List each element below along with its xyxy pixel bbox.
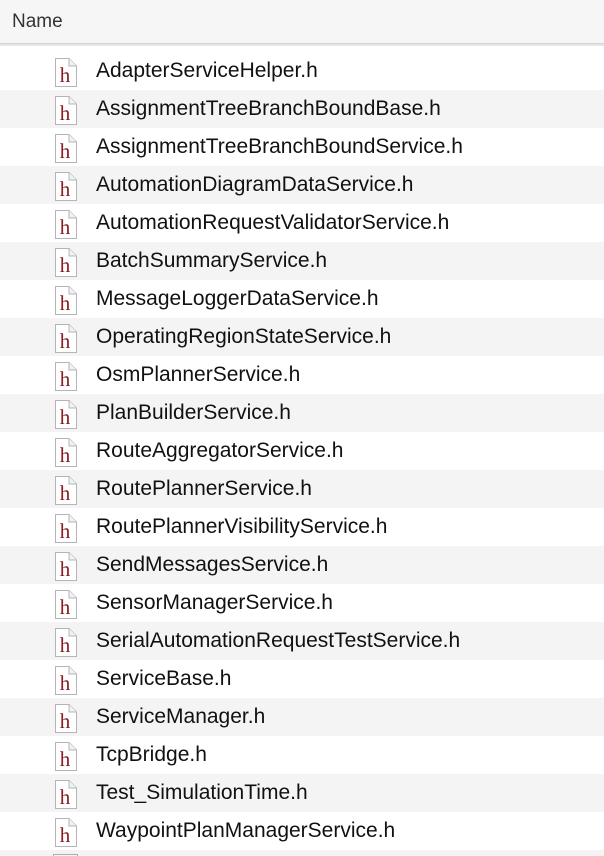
header-file-glyph: h xyxy=(60,291,71,315)
list-item[interactable]: h WaypointPlanManagerService.h xyxy=(0,812,604,850)
file-name: SensorManagerService.h xyxy=(96,591,333,614)
file-list: h AdapterServiceHelper.h h AssignmentTreeBr… xyxy=(0,52,604,850)
header-file-icon: h xyxy=(53,172,78,201)
header-file-glyph: h xyxy=(60,747,71,771)
header-file-icon: h xyxy=(53,248,78,277)
list-item[interactable]: h AssignmentTreeBranchBoundService.h xyxy=(0,128,604,166)
list-item[interactable]: h TcpBridge.h xyxy=(0,736,604,774)
list-item[interactable]: h SensorManagerService.h xyxy=(0,584,604,622)
file-name: SerialAutomationRequestTestService.h xyxy=(96,629,461,652)
header-file-icon: h xyxy=(53,362,78,391)
header-file-icon: h xyxy=(53,476,78,505)
file-name: AssignmentTreeBranchBoundBase.h xyxy=(96,97,441,120)
header-file-icon: h xyxy=(53,134,78,163)
list-item[interactable]: h OperatingRegionStateService.h xyxy=(0,318,604,356)
list-item[interactable]: h ServiceBase.h xyxy=(0,660,604,698)
header-file-glyph: h xyxy=(60,443,71,467)
header-file-icon: h xyxy=(53,780,78,809)
header-file-icon: h xyxy=(53,742,78,771)
list-item[interactable]: h MessageLoggerDataService.h xyxy=(0,280,604,318)
header-file-icon: h xyxy=(53,552,78,581)
file-name: RoutePlannerService.h xyxy=(96,477,312,500)
list-item[interactable]: h OsmPlannerService.h xyxy=(0,356,604,394)
file-name: WaypointPlanManagerService.h xyxy=(96,819,396,842)
file-name: AssignmentTreeBranchBoundService.h xyxy=(96,135,463,158)
header-file-glyph: h xyxy=(60,481,71,505)
header-file-glyph: h xyxy=(60,139,71,163)
header-file-glyph: h xyxy=(60,519,71,543)
file-name: OperatingRegionStateService.h xyxy=(96,325,392,348)
header-file-glyph: h xyxy=(60,253,71,277)
header-file-glyph: h xyxy=(60,215,71,239)
list-item[interactable]: h AdapterServiceHelper.h xyxy=(0,52,604,90)
header-file-glyph: h xyxy=(60,595,71,619)
header-file-icon: h xyxy=(53,438,78,467)
list-item[interactable]: h ServiceManager.h xyxy=(0,698,604,736)
header-file-glyph: h xyxy=(60,633,71,657)
header-file-glyph: h xyxy=(60,101,71,125)
file-name: MessageLoggerDataService.h xyxy=(96,287,379,310)
header-file-icon: h xyxy=(53,58,78,87)
header-file-icon: h xyxy=(53,628,78,657)
file-name: TcpBridge.h xyxy=(96,743,207,766)
list-item[interactable]: h BatchSummaryService.h xyxy=(0,242,604,280)
header-divider xyxy=(0,44,604,46)
list-item[interactable]: h PlanBuilderService.h xyxy=(0,394,604,432)
header-file-glyph: h xyxy=(60,405,71,429)
header-file-glyph: h xyxy=(60,785,71,809)
header-file-glyph: h xyxy=(60,709,71,733)
list-item[interactable]: h AssignmentTreeBranchBoundBase.h xyxy=(0,90,604,128)
header-file-glyph: h xyxy=(60,823,71,847)
file-name: OsmPlannerService.h xyxy=(96,363,301,386)
header-file-glyph: h xyxy=(60,367,71,391)
header-file-icon: h xyxy=(53,818,78,847)
file-name: AutomationRequestValidatorService.h xyxy=(96,211,450,234)
header-file-icon: h xyxy=(53,514,78,543)
header-file-icon: h xyxy=(53,210,78,239)
list-item[interactable]: h AutomationDiagramDataService.h xyxy=(0,166,604,204)
header-file-glyph: h xyxy=(60,329,71,353)
list-item[interactable]: h AutomationRequestValidatorService.h xyxy=(0,204,604,242)
file-name: PlanBuilderService.h xyxy=(96,401,291,424)
header-file-glyph: h xyxy=(60,671,71,695)
header-file-icon: h xyxy=(53,704,78,733)
file-name: SendMessagesService.h xyxy=(96,553,329,576)
file-name: RouteAggregatorService.h xyxy=(96,439,344,462)
list-item[interactable]: h SerialAutomationRequestTestService.h xyxy=(0,622,604,660)
header-file-icon: h xyxy=(53,324,78,353)
partial-list-item xyxy=(0,850,604,856)
header-file-icon: h xyxy=(53,666,78,695)
file-name: RoutePlannerVisibilityService.h xyxy=(96,515,388,538)
list-item[interactable]: h RouteAggregatorService.h xyxy=(0,432,604,470)
file-name: Test_SimulationTime.h xyxy=(96,781,308,804)
column-header-bar: Name xyxy=(0,0,604,44)
list-item[interactable]: h RoutePlannerVisibilityService.h xyxy=(0,508,604,546)
name-column-header[interactable]: Name xyxy=(12,11,63,33)
header-file-glyph: h xyxy=(60,557,71,581)
file-name: ServiceManager.h xyxy=(96,705,266,728)
list-item[interactable]: h SendMessagesService.h xyxy=(0,546,604,584)
file-name: AdapterServiceHelper.h xyxy=(96,59,318,82)
list-item[interactable]: h Test_SimulationTime.h xyxy=(0,774,604,812)
header-file-icon: h xyxy=(53,400,78,429)
header-file-icon: h xyxy=(53,590,78,619)
file-name: ServiceBase.h xyxy=(96,667,232,690)
list-item[interactable]: h RoutePlannerService.h xyxy=(0,470,604,508)
header-file-glyph: h xyxy=(60,177,71,201)
header-file-glyph: h xyxy=(60,63,71,87)
file-name: AutomationDiagramDataService.h xyxy=(96,173,414,196)
header-file-icon: h xyxy=(53,286,78,315)
header-file-icon: h xyxy=(53,96,78,125)
file-name: BatchSummaryService.h xyxy=(96,249,328,272)
